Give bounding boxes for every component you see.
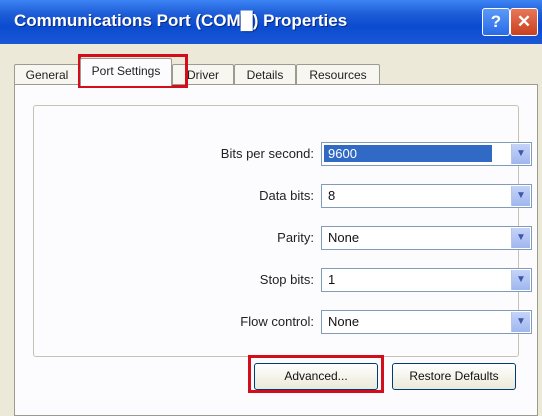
parity-select[interactable]: None ▼	[321, 226, 532, 250]
chevron-down-icon[interactable]: ▼	[511, 228, 530, 248]
parity-label: Parity:	[277, 230, 314, 245]
restore-defaults-button[interactable]: Restore Defaults	[392, 363, 516, 390]
tab-port-settings[interactable]: Port Settings	[80, 58, 172, 86]
data-bits-label: Data bits:	[259, 188, 314, 203]
bits-per-second-select[interactable]: 9600 ▼	[321, 142, 532, 166]
flow-control-label: Flow control:	[240, 314, 314, 329]
chevron-down-icon[interactable]: ▼	[511, 144, 530, 164]
title-bar[interactable]: Communications Port (COM█) Properties ? …	[0, 0, 542, 44]
stop-bits-select[interactable]: 1 ▼	[321, 268, 532, 292]
bits-per-second-label: Bits per second:	[220, 146, 314, 161]
flow-control-select[interactable]: None ▼	[321, 310, 532, 334]
tab-general[interactable]: General	[14, 64, 80, 85]
window-title: Communications Port (COM█) Properties	[14, 11, 348, 30]
port-settings-group: Bits per second: 9600 ▼ Data bits: 8 ▼ P…	[33, 105, 532, 357]
stop-bits-value: 1	[328, 272, 336, 287]
chevron-down-icon[interactable]: ▼	[511, 312, 530, 332]
parity-value: None	[328, 230, 360, 245]
tab-resources[interactable]: Resources	[296, 64, 380, 85]
advanced-highlight	[248, 355, 384, 393]
bits-per-second-value: 9600	[324, 145, 492, 162]
data-bits-select[interactable]: 8 ▼	[321, 184, 532, 208]
close-button[interactable]: ✕	[510, 8, 538, 36]
chevron-down-icon[interactable]: ▼	[511, 270, 530, 290]
help-button[interactable]: ?	[482, 8, 510, 36]
flow-control-value: None	[328, 314, 360, 329]
stop-bits-label: Stop bits:	[259, 272, 314, 287]
chevron-down-icon[interactable]: ▼	[511, 186, 530, 206]
properties-dialog: Communications Port (COM█) Properties ? …	[0, 0, 542, 416]
data-bits-value: 8	[328, 188, 336, 203]
tab-details[interactable]: Details	[234, 64, 296, 85]
